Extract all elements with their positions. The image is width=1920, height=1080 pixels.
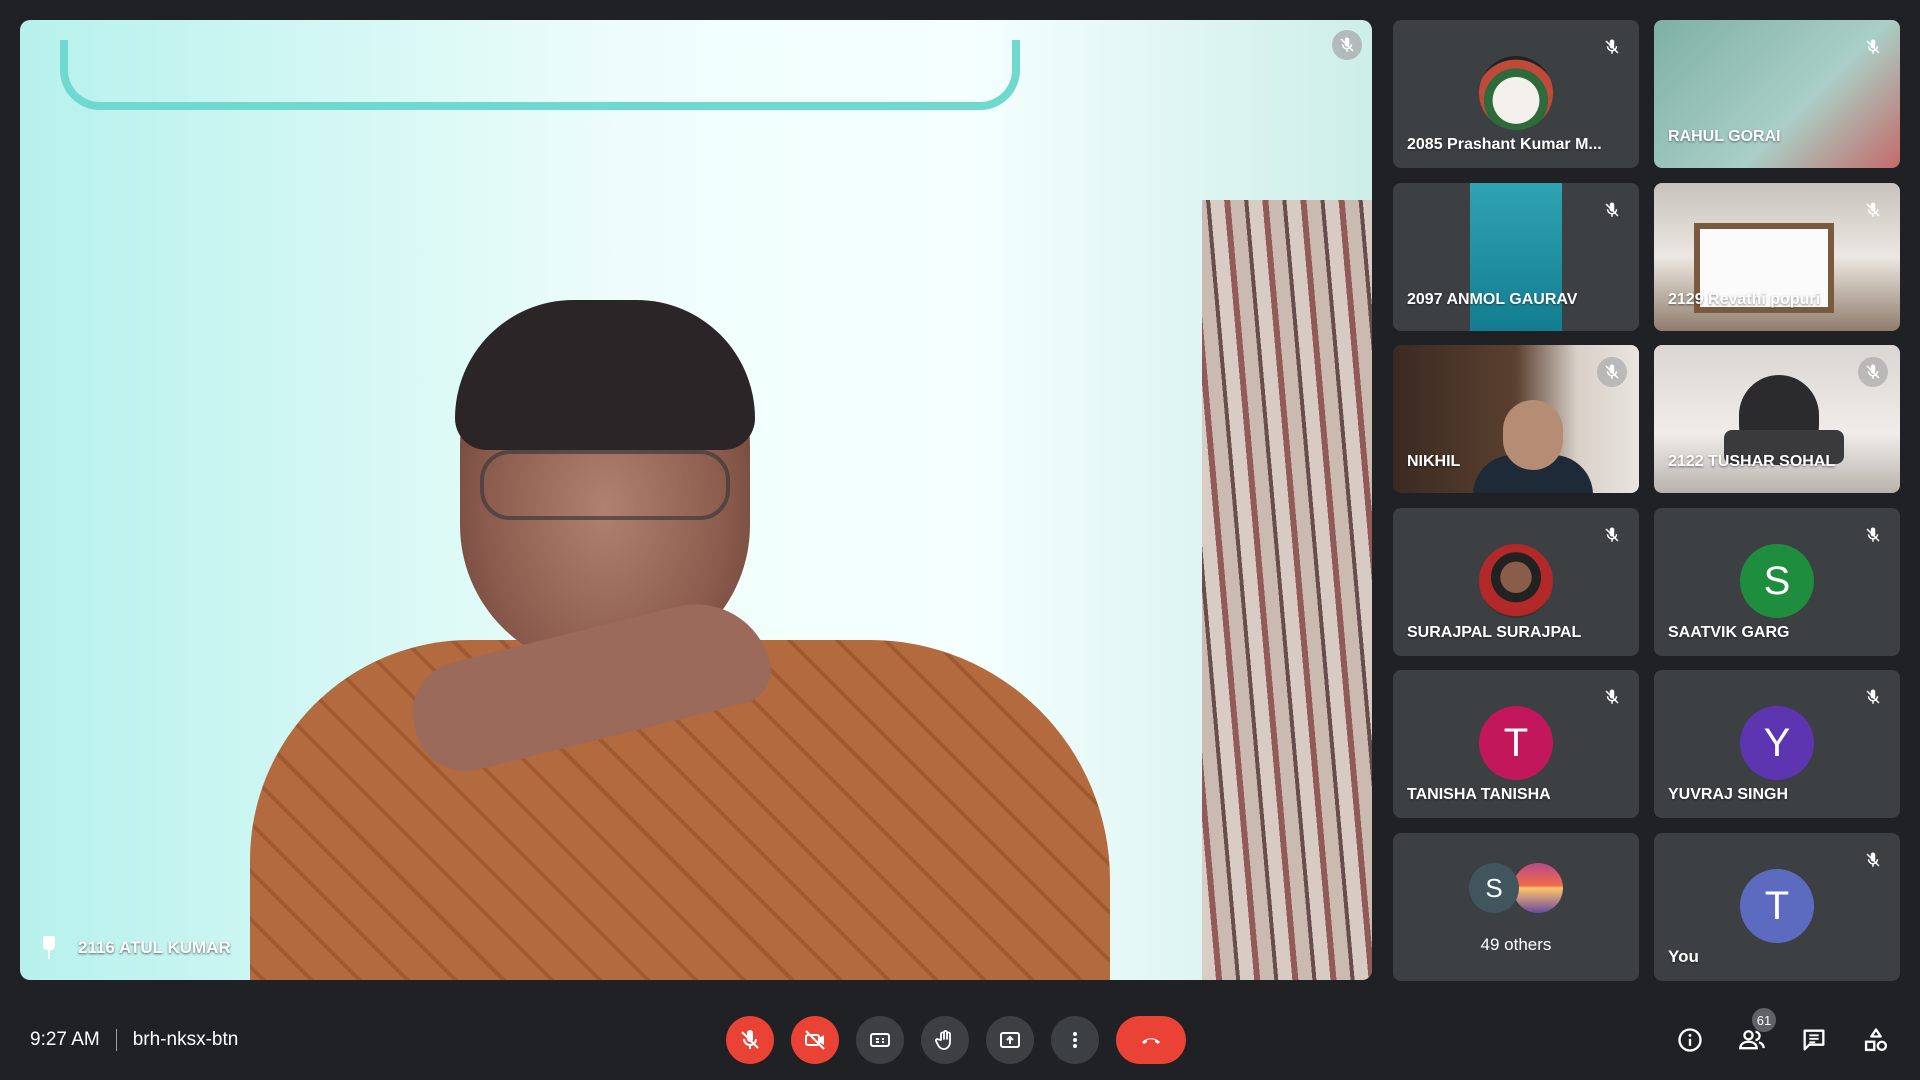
avatar: S [1469, 863, 1519, 913]
self-tile[interactable]: T You [1654, 833, 1900, 981]
avatar: Y [1740, 706, 1814, 780]
participant-name: YUVRAJ SINGH [1668, 786, 1789, 803]
mic-off-icon [1597, 682, 1627, 712]
chat-icon [1803, 1029, 1825, 1051]
meeting-code: brh-nksx-btn [132, 1029, 239, 1050]
divider [115, 1029, 117, 1051]
hang-up-icon [1142, 1038, 1160, 1044]
mic-off-icon [741, 1030, 759, 1049]
main-video-tile[interactable]: 2116 ATUL KUMAR [20, 20, 1372, 980]
avatar [1479, 56, 1553, 130]
participant-tile[interactable]: 2085 Prashant Kumar M... [1393, 20, 1639, 168]
participant-name: 2122 TUSHAR SOHAL [1668, 453, 1836, 470]
participant-name: You [1668, 947, 1699, 966]
camera-off-icon [805, 1030, 825, 1050]
presenter-name: 2116 ATUL KUMAR [78, 938, 231, 957]
hand-icon [935, 1030, 951, 1050]
video-background-curtain [1202, 200, 1372, 980]
presenter-video-feed [210, 290, 1110, 980]
mic-off-icon [1858, 195, 1888, 225]
participant-name: TANISHA TANISHA [1407, 786, 1551, 803]
call-controls [726, 1016, 1186, 1064]
activities-icon [1864, 1028, 1888, 1052]
camera-toggle-button[interactable] [791, 1016, 839, 1064]
participant-name: 2129 Revathi popuri [1668, 291, 1821, 308]
participant-tile[interactable]: RAHUL GORAI [1654, 20, 1900, 168]
video-background [60, 40, 1020, 110]
present-screen-button[interactable] [986, 1016, 1034, 1064]
avatar [1513, 863, 1563, 913]
avatar: T [1479, 706, 1553, 780]
mic-toggle-button[interactable] [726, 1016, 774, 1064]
mic-off-icon [1858, 520, 1888, 550]
presenter-name-label: 2116 ATUL KUMAR [38, 936, 231, 960]
present-icon [1000, 1032, 1020, 1048]
captions-icon [870, 1033, 890, 1047]
participant-tile[interactable]: 2122 TUSHAR SOHAL [1654, 345, 1900, 493]
avatar [1479, 544, 1553, 618]
others-tile[interactable]: S 49 others [1393, 833, 1639, 981]
participant-name: 2085 Prashant Kumar M... [1407, 136, 1602, 153]
mic-off-icon [1597, 32, 1627, 62]
side-panel-controls: 61 [1676, 1008, 1890, 1054]
info-icon [1678, 1028, 1702, 1052]
others-count-label: 49 others [1480, 935, 1552, 954]
mic-off-icon [1597, 520, 1627, 550]
raise-hand-button[interactable] [921, 1016, 969, 1064]
participant-tile[interactable]: T TANISHA TANISHA [1393, 670, 1639, 818]
participant-name: SAATVIK GARG [1668, 624, 1790, 641]
participant-tile[interactable]: Y YUVRAJ SINGH [1654, 670, 1900, 818]
mic-off-icon [1858, 682, 1888, 712]
participant-tile[interactable]: 2097 ANMOL GAURAV [1393, 183, 1639, 331]
mic-off-icon [1597, 195, 1627, 225]
pin-icon[interactable] [38, 936, 60, 960]
mic-off-icon [1597, 357, 1627, 387]
participant-tile[interactable]: NIKHIL [1393, 345, 1639, 493]
participant-tile[interactable]: 2129 Revathi popuri [1654, 183, 1900, 331]
mic-off-icon [1858, 357, 1888, 387]
mic-off-icon [1858, 32, 1888, 62]
others-avatar-stack: S [1469, 863, 1563, 913]
participant-count-badge: 61 [1752, 1008, 1776, 1032]
participant-tile[interactable]: S SAATVIK GARG [1654, 508, 1900, 656]
mic-off-icon [1332, 30, 1362, 60]
participant-name: RAHUL GORAI [1668, 128, 1781, 145]
participant-name: NIKHIL [1407, 453, 1461, 470]
participant-name: SURAJPAL SURAJPAL [1407, 624, 1582, 641]
more-options-button[interactable] [1051, 1016, 1099, 1064]
more-vert-icon [1073, 1032, 1077, 1048]
bottom-bar: 9:27 AM brh-nksx-btn 61 [0, 1000, 1920, 1080]
meeting-info: 9:27 AM brh-nksx-btn [30, 1029, 238, 1051]
leave-call-button[interactable] [1116, 1016, 1186, 1064]
chat-button[interactable] [1800, 1026, 1828, 1054]
avatar: S [1740, 544, 1814, 618]
activities-button[interactable] [1862, 1026, 1890, 1054]
clock: 9:27 AM [30, 1029, 100, 1050]
people-button[interactable]: 61 [1738, 1008, 1776, 1054]
mic-off-icon [1858, 845, 1888, 875]
participant-name: 2097 ANMOL GAURAV [1407, 291, 1578, 308]
captions-button[interactable] [856, 1016, 904, 1064]
meeting-details-button[interactable] [1676, 1026, 1704, 1054]
avatar: T [1740, 869, 1814, 943]
participant-tile[interactable]: SURAJPAL SURAJPAL [1393, 508, 1639, 656]
